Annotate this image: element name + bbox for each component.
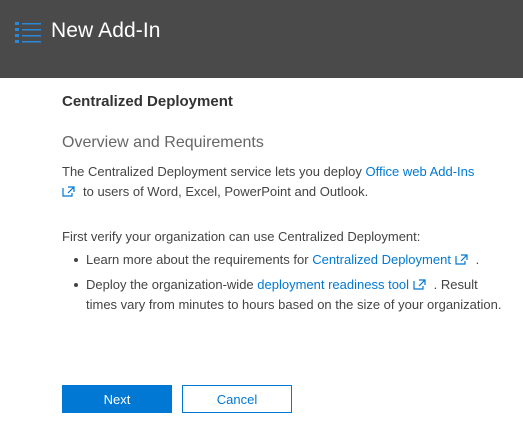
page-title: New Add-In — [51, 19, 161, 42]
intro-text: The Centralized Deployment service lets … — [62, 164, 362, 179]
bullet-icon — [74, 258, 78, 262]
list-icon — [15, 21, 41, 45]
bullet-text: Deploy the organization-wide — [86, 277, 254, 292]
requirements-list: Learn more about the requirements for Ce… — [62, 250, 502, 315]
section-subtitle: Overview and Requirements — [62, 134, 264, 151]
section-title: Centralized Deployment — [62, 93, 233, 110]
office-web-add-ins-link[interactable]: Office web Add-Ins — [366, 164, 475, 179]
intro-paragraph: The Centralized Deployment service lets … — [62, 162, 502, 202]
external-link-icon[interactable] — [413, 279, 426, 290]
deployment-readiness-tool-link[interactable]: deployment readiness tool — [257, 277, 409, 292]
cancel-button[interactable]: Cancel — [182, 385, 292, 413]
next-button[interactable]: Next — [62, 385, 172, 413]
centralized-deployment-link[interactable]: Centralized Deployment — [312, 252, 451, 267]
main-content: Centralized Deployment Overview and Requ… — [62, 92, 502, 312]
list-item: Learn more about the requirements for Ce… — [62, 250, 502, 270]
bullet-text-after: . — [475, 252, 480, 267]
intro-text-after: to users of Word, Excel, PowerPoint and … — [83, 184, 369, 199]
header-bar: New Add-In — [0, 0, 523, 78]
external-link-icon[interactable] — [62, 186, 75, 197]
bullet-icon — [74, 283, 78, 287]
list-item: Deploy the organization-wide deployment … — [62, 275, 502, 315]
bullet-text: Learn more about the requirements for — [86, 252, 309, 267]
verify-text: First verify your organization can use C… — [62, 229, 421, 244]
external-link-icon[interactable] — [455, 254, 468, 265]
